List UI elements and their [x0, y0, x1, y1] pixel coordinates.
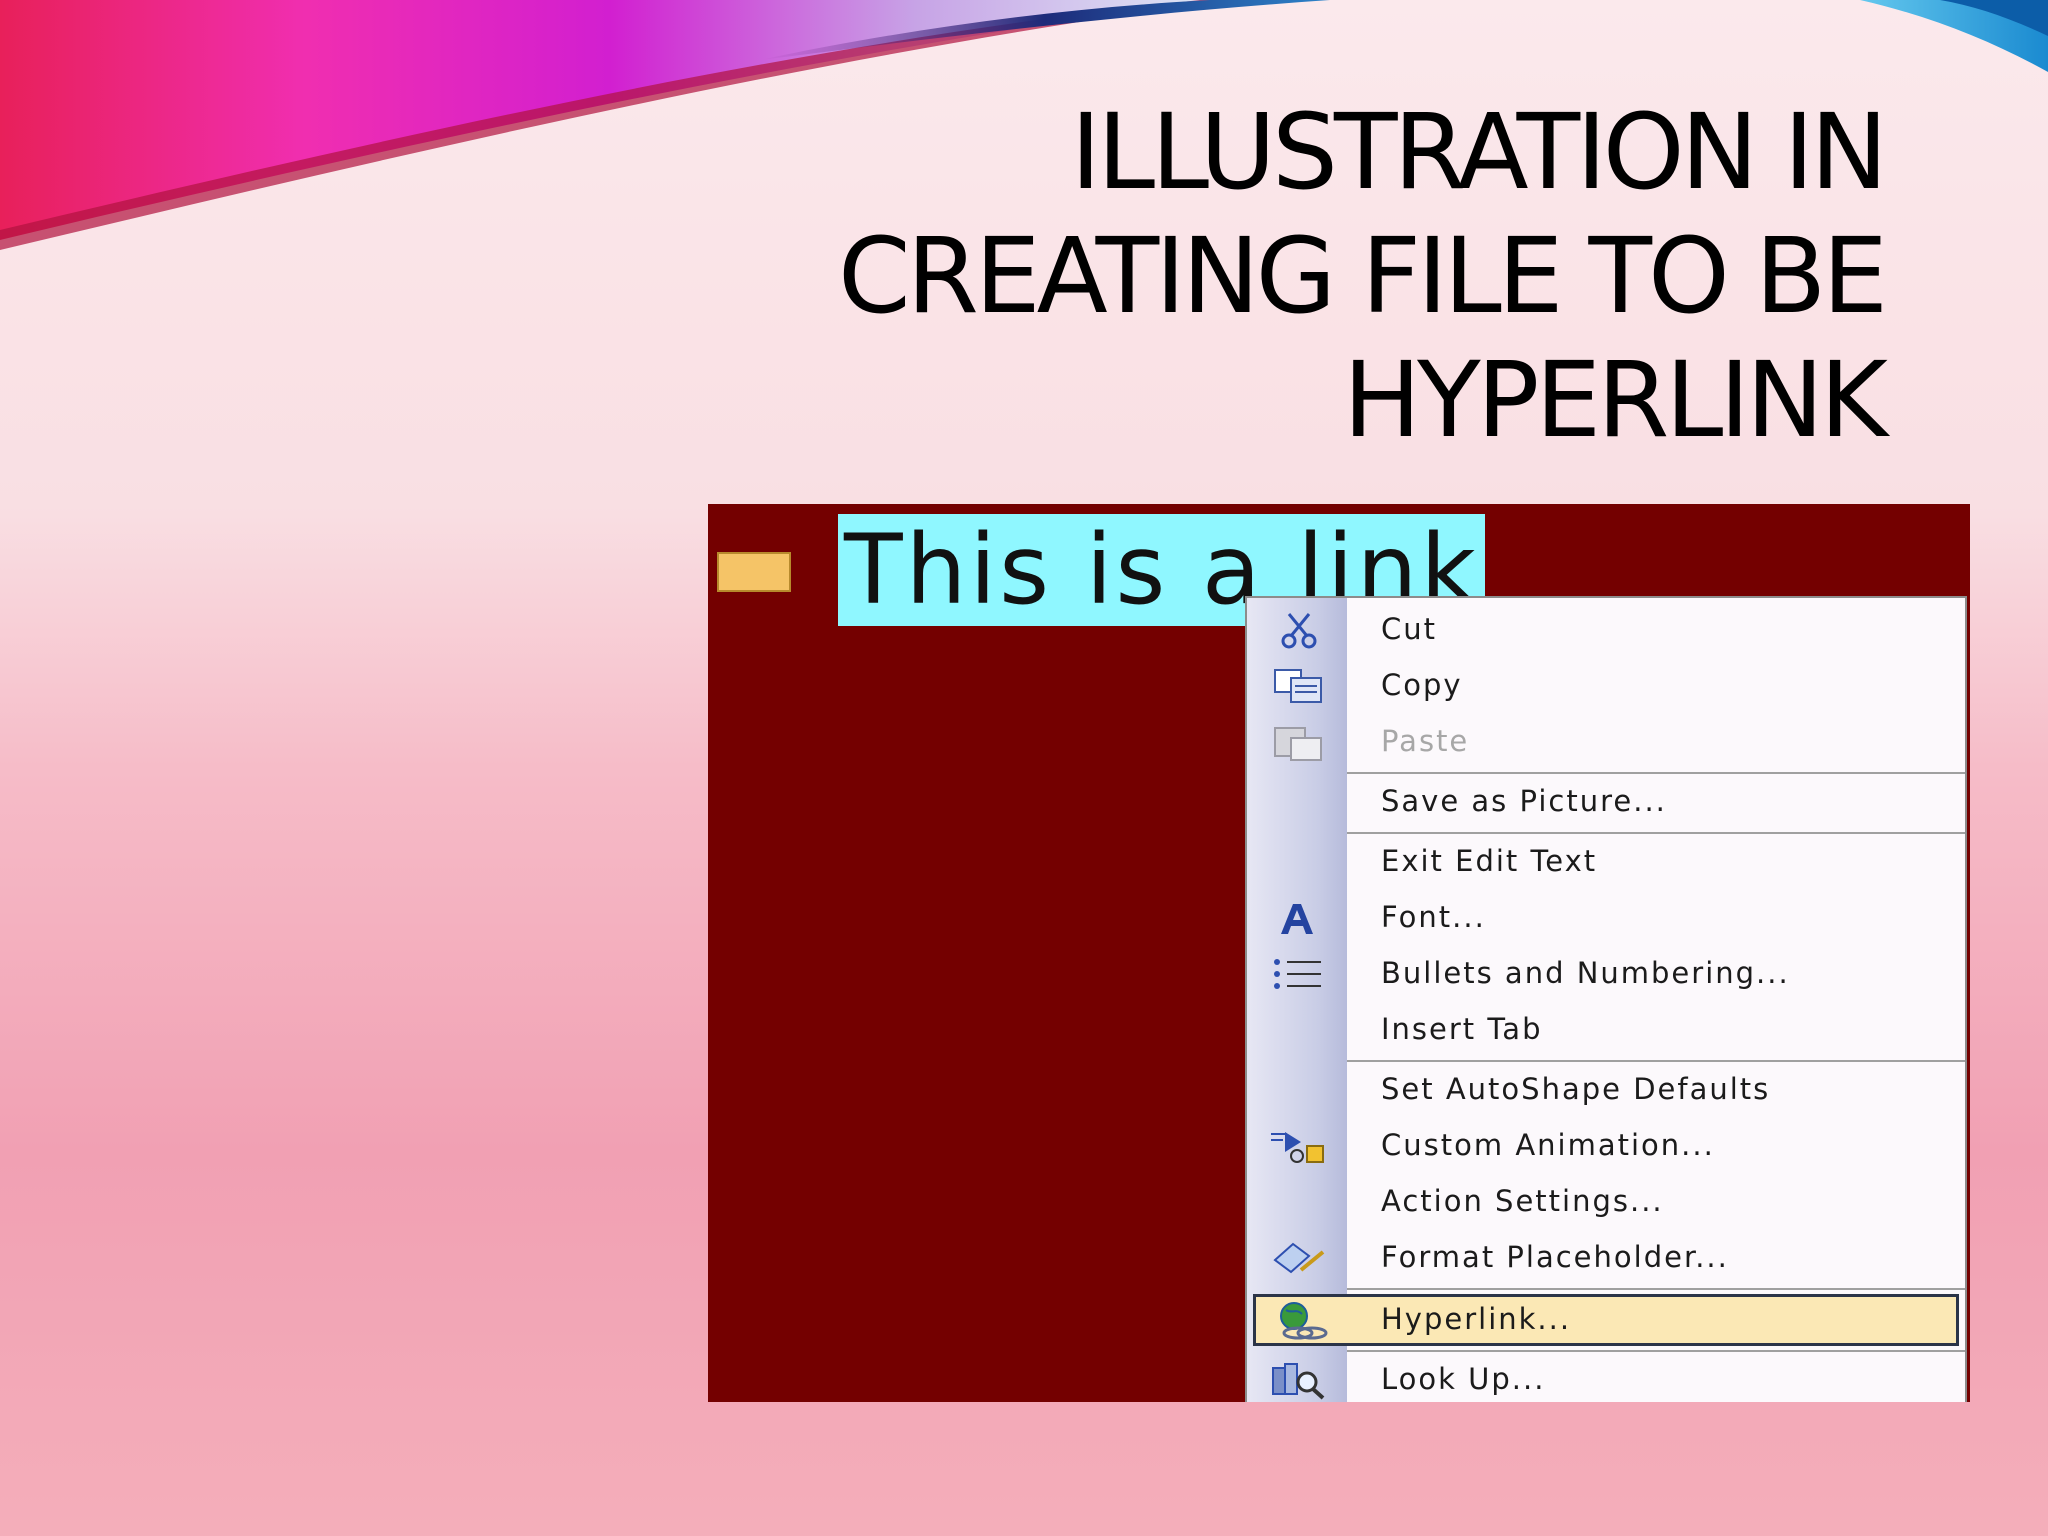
look-up-icon	[1272, 1363, 1325, 1400]
powerpoint-screenshot: This is a link Cut Copy Paste Save as Pi…	[708, 504, 1970, 1402]
hyperlink-icon	[1280, 1302, 1328, 1340]
bullet-marker	[717, 552, 791, 592]
menu-item-exit-edit-text[interactable]: Exit Edit Text	[1247, 836, 1965, 888]
context-menu: Cut Copy Paste Save as Picture... Exit E…	[1245, 596, 1967, 1402]
menu-item-look-up[interactable]: Look Up...	[1247, 1354, 1965, 1402]
menu-item-label: Exit Edit Text	[1381, 844, 1598, 878]
menu-item-save-as-picture[interactable]: Save as Picture...	[1247, 776, 1965, 828]
menu-item-copy[interactable]: Copy	[1247, 660, 1965, 712]
menu-item-bullets-and-numbering[interactable]: Bullets and Numbering...	[1247, 948, 1965, 1000]
menu-item-label: Hyperlink...	[1381, 1302, 1572, 1336]
font-icon	[1281, 904, 1313, 934]
menu-item-set-autoshape-defaults[interactable]: Set AutoShape Defaults	[1247, 1064, 1965, 1116]
menu-item-custom-animation[interactable]: Custom Animation...	[1247, 1120, 1965, 1172]
menu-item-label: Insert Tab	[1381, 1012, 1543, 1046]
menu-item-hyperlink[interactable]: Hyperlink...	[1253, 1294, 1959, 1346]
menu-item-paste: Paste	[1247, 716, 1965, 768]
title-line-2: CREATING FILE TO BE	[837, 215, 1888, 337]
menu-separator	[1347, 1350, 1965, 1352]
menu-item-insert-tab[interactable]: Insert Tab	[1247, 1004, 1965, 1056]
copy-icon	[1274, 669, 1322, 703]
title-line-3: HYPERLINK	[1342, 339, 1888, 461]
menu-item-label: Cut	[1381, 612, 1437, 646]
menu-item-cut[interactable]: Cut	[1247, 604, 1965, 656]
menu-item-label: Look Up...	[1381, 1362, 1546, 1396]
menu-item-format-placeholder[interactable]: Format Placeholder...	[1247, 1232, 1965, 1284]
bullets-icon	[1274, 959, 1321, 989]
menu-item-font[interactable]: Font...	[1247, 892, 1965, 944]
paste-icon	[1274, 727, 1322, 761]
menu-item-label: Font...	[1381, 900, 1486, 934]
menu-item-label: Bullets and Numbering...	[1381, 956, 1790, 990]
menu-separator	[1347, 772, 1965, 774]
menu-item-label: Action Settings...	[1381, 1184, 1664, 1218]
menu-separator	[1347, 1060, 1965, 1062]
menu-item-label: Format Placeholder...	[1381, 1240, 1729, 1274]
format-placeholder-icon	[1273, 1242, 1325, 1274]
menu-item-label: Paste	[1381, 724, 1470, 758]
animation-icon	[1271, 1132, 1324, 1163]
menu-separator	[1347, 832, 1965, 834]
menu-item-label: Save as Picture...	[1381, 784, 1667, 818]
menu-item-action-settings[interactable]: Action Settings...	[1247, 1176, 1965, 1228]
title-line-1: ILLUSTRATION IN	[1070, 91, 1888, 213]
menu-item-label: Copy	[1381, 668, 1463, 702]
slide-title: ILLUSTRATION IN CREATING FILE TO BE HYPE…	[784, 90, 1888, 462]
menu-separator	[1347, 1288, 1965, 1290]
menu-item-label: Custom Animation...	[1381, 1128, 1715, 1162]
menu-item-label: Set AutoShape Defaults	[1381, 1072, 1771, 1106]
scissors-icon	[1281, 613, 1317, 649]
